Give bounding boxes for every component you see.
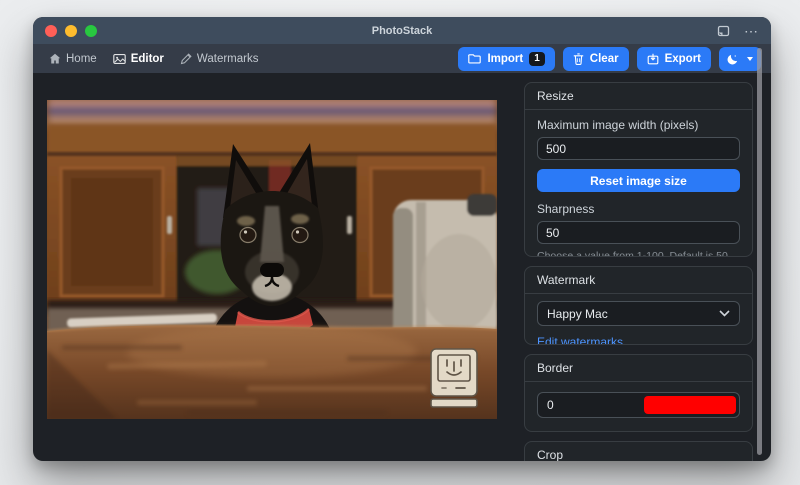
minimize-window-button[interactable] (65, 25, 77, 37)
export-label: Export (665, 53, 701, 65)
close-window-button[interactable] (45, 25, 57, 37)
sidebar-scrollbar[interactable] (757, 48, 762, 455)
sharpness-input[interactable] (537, 221, 740, 244)
border-panel: Border (524, 354, 753, 432)
import-button[interactable]: Import 1 (458, 47, 554, 71)
max-width-label: Maximum image width (pixels) (537, 118, 740, 132)
sidebar: Resize Maximum image width (pixels) Rese… (524, 82, 753, 461)
app-window: PhotoStack ⋯ Home Editor Watermarks (33, 17, 771, 461)
sharpness-label: Sharpness (537, 202, 740, 216)
image-icon (113, 53, 126, 65)
nav-item-label: Editor (131, 53, 164, 65)
border-panel-title: Border (525, 355, 752, 382)
sharpness-help-text: Choose a value from 1-100. Default is 50… (537, 250, 740, 257)
border-color-picker[interactable] (644, 396, 736, 414)
traffic-lights (45, 25, 97, 37)
clear-button[interactable]: Clear (563, 47, 629, 71)
titlebar: PhotoStack ⋯ (33, 17, 771, 44)
reset-image-size-button[interactable]: Reset image size (537, 169, 740, 192)
crop-panel: Crop (524, 441, 753, 461)
watermark-panel-title: Watermark (525, 267, 752, 294)
nav-item-label: Watermarks (197, 53, 259, 65)
box-arrow-down-icon (647, 53, 659, 65)
clear-label: Clear (590, 53, 619, 65)
watermark-selected-value: Happy Mac (547, 307, 719, 321)
happy-mac-watermark (431, 349, 477, 407)
home-icon (49, 53, 61, 65)
watermark-select[interactable]: Happy Mac (537, 301, 740, 326)
border-width-input[interactable] (538, 393, 641, 417)
nav-item-watermarks[interactable]: Watermarks (180, 53, 259, 65)
navbar: Home Editor Watermarks Import 1 Clear Ex… (33, 44, 771, 73)
chevron-down-icon (747, 57, 753, 61)
nav-item-editor[interactable]: Editor (113, 53, 164, 65)
pencil-icon (180, 53, 192, 65)
max-width-input[interactable] (537, 137, 740, 160)
resize-panel: Resize Maximum image width (pixels) Rese… (524, 82, 753, 257)
photo-preview (47, 100, 497, 419)
crop-panel-title: Crop (525, 442, 752, 461)
trash-icon (573, 53, 584, 65)
import-count-badge: 1 (529, 52, 545, 66)
open-in-window-icon[interactable] (717, 25, 730, 37)
moon-icon (727, 53, 739, 65)
theme-toggle-button[interactable] (719, 47, 761, 71)
window-title: PhotoStack (33, 25, 771, 37)
more-options-icon[interactable]: ⋯ (744, 26, 759, 36)
chevron-down-icon (719, 310, 730, 317)
edit-watermarks-link[interactable]: Edit watermarks (537, 335, 623, 345)
import-label: Import (487, 53, 523, 65)
dog-photo (47, 100, 497, 419)
folder-icon (468, 53, 481, 64)
resize-panel-title: Resize (525, 83, 752, 110)
watermark-panel: Watermark Happy Mac Edit watermarks (524, 266, 753, 345)
nav-item-home[interactable]: Home (49, 53, 97, 65)
nav-item-label: Home (66, 53, 97, 65)
zoom-window-button[interactable] (85, 25, 97, 37)
export-button[interactable]: Export (637, 47, 711, 71)
desktop: { "window": { "titlebar": { "title": "Ph… (0, 0, 800, 485)
